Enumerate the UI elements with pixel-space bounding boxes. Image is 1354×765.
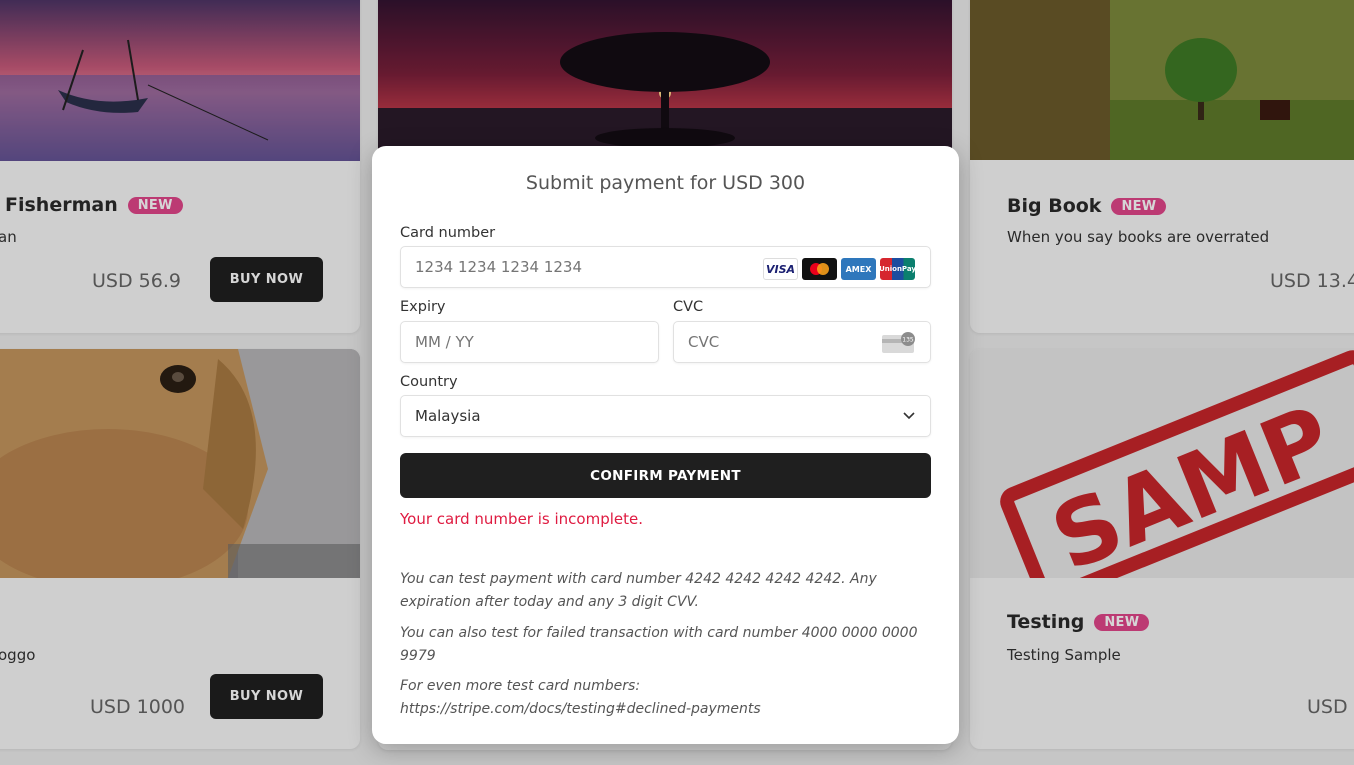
cvc-field[interactable]: 135 [673, 321, 931, 363]
more-cards-note: For even more test card numbers: https:/… [400, 678, 761, 717]
card-number-field[interactable]: VISA AMEX UnionPay [400, 246, 931, 288]
modal-title: Submit payment for USD 300 [525, 172, 806, 194]
failed-card-note: You can also test for failed transaction… [400, 625, 918, 664]
card-error-message: Your card number is incomplete. [400, 510, 643, 528]
card-number-label: Card number [400, 225, 496, 241]
expiry-field[interactable] [400, 321, 659, 363]
expiry-input[interactable] [401, 322, 658, 362]
expiry-label: Expiry [400, 299, 446, 315]
card-brands: VISA AMEX UnionPay [763, 258, 916, 280]
country-value: Malaysia [415, 407, 481, 425]
mastercard-icon [802, 258, 837, 280]
visa-icon: VISA [763, 258, 798, 280]
chevron-down-icon [903, 412, 915, 420]
unionpay-icon: UnionPay [879, 258, 916, 280]
country-label: Country [400, 374, 458, 390]
country-select[interactable]: Malaysia [400, 395, 931, 437]
payment-modal: Submit payment for USD 300 Card number V… [372, 146, 959, 744]
test-card-note: You can test payment with card number 42… [400, 571, 877, 610]
cvc-icon-text: 135 [902, 337, 914, 344]
cvc-card-icon: 135 [882, 332, 915, 353]
confirm-payment-button[interactable]: CONFIRM PAYMENT [400, 453, 931, 498]
cvc-label: CVC [673, 299, 704, 315]
amex-icon: AMEX [841, 258, 876, 280]
